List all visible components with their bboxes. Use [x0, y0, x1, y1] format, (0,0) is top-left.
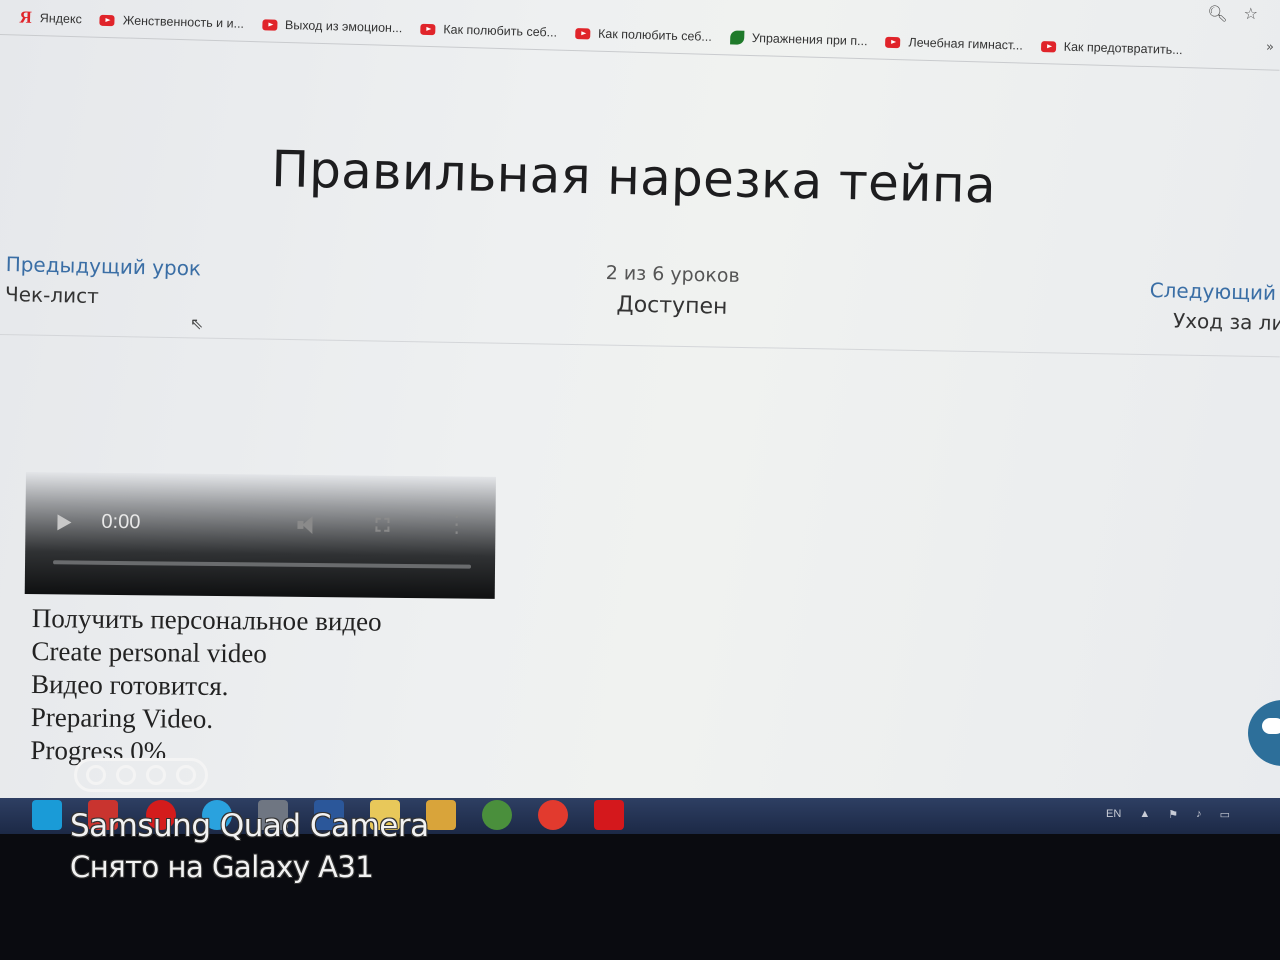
next-lesson-link[interactable]: Следующий у: [1149, 278, 1280, 305]
youtube-icon: [574, 27, 591, 39]
camera-watermark-title: Samsung Quad Camera: [70, 808, 429, 844]
bookmark-label: Как полюбить себ...: [597, 26, 713, 44]
star-icon[interactable]: ☆: [1244, 4, 1258, 23]
browser-viewport: Я Яндекс Женственность и и... Выход из э…: [0, 0, 1280, 800]
video-player[interactable]: 0:00 · · ·: [24, 472, 496, 599]
lens-icon: [116, 765, 136, 785]
prev-lesson-title: Чек-лист: [4, 281, 100, 309]
youtube-icon: [420, 23, 436, 35]
youtube-icon: [261, 18, 278, 31]
lesson-count: 2 из 6 уроков: [605, 261, 740, 288]
bookmark-label: Выход из эмоцион...: [284, 17, 403, 36]
video-controls: 0:00 · · ·: [25, 502, 495, 547]
get-personal-video-text[interactable]: Получить персональное видео: [32, 602, 382, 639]
next-lesson-nav[interactable]: Следующий у Уход за ли: [1149, 278, 1280, 335]
youtube-icon: [99, 14, 115, 26]
bookmark-label: Как полюбить себ...: [443, 22, 558, 40]
yandex-icon: Я: [19, 7, 33, 27]
youtube-icon: [1040, 40, 1056, 52]
lesson-title: Правильная нарезка тейпа: [270, 140, 997, 215]
lens-icon: [176, 765, 196, 785]
leaf-icon: [729, 30, 745, 45]
language-indicator[interactable]: EN: [1106, 808, 1121, 821]
bookmark-item[interactable]: Упражнения при п...: [729, 30, 868, 49]
system-tray: EN ▲ ⚑ ♪ ▭: [1106, 808, 1230, 821]
preparing-video-text: Preparing Video.: [30, 701, 214, 734]
flag-icon[interactable]: ⚑: [1168, 808, 1178, 821]
zoom-icon[interactable]: 🔍︎: [1207, 4, 1227, 23]
bookmark-yandex[interactable]: Я Яндекс: [19, 8, 82, 30]
video-status-text: Получить персональное видео Create perso…: [30, 602, 382, 771]
video-time: 0:00: [101, 510, 141, 534]
bookmark-label: Упражнения при п...: [751, 31, 868, 49]
bookmark-item[interactable]: Женственность и и...: [99, 13, 245, 31]
bookmarks-bar: Я Яндекс Женственность и и... Выход из э…: [0, 0, 1280, 70]
bookmark-label: Лечебная гимнаст...: [908, 35, 1023, 53]
youtube-icon: [885, 36, 901, 48]
lesson-progress: 2 из 6 уроков Доступен: [605, 260, 740, 320]
lens-icon: [86, 765, 106, 785]
more-options-icon[interactable]: · · ·: [453, 504, 460, 544]
nav-divider: [0, 334, 1280, 358]
bookmark-item[interactable]: Выход из эмоцион...: [261, 17, 403, 36]
fullscreen-icon[interactable]: [375, 517, 390, 532]
speaker-icon[interactable]: ♪: [1196, 808, 1202, 821]
prev-lesson-nav[interactable]: Предыдущий урок Чек-лист: [5, 252, 202, 310]
next-lesson-title: Уход за ли: [1172, 308, 1280, 336]
acrobat-icon[interactable]: [594, 800, 624, 830]
lens-icon: [146, 765, 166, 785]
bookmark-label: Женственность и и...: [122, 13, 245, 31]
volume-icon[interactable]: [297, 515, 319, 535]
camera-watermark-lenses: [74, 758, 208, 792]
prev-lesson-link[interactable]: Предыдущий урок: [5, 252, 201, 280]
chat-icon: [1262, 718, 1280, 734]
camera-watermark-subtitle: Снято на Galaxy A31: [70, 850, 374, 884]
address-bar-actions: 🔍︎ ☆: [1207, 4, 1258, 23]
video-progress-bar[interactable]: [53, 560, 472, 569]
create-personal-video-text[interactable]: Create personal video: [31, 635, 381, 672]
lesson-status: Доступен: [616, 292, 728, 320]
mouse-cursor-icon: ⇖: [190, 314, 204, 333]
chat-widget-button[interactable]: [1248, 700, 1280, 766]
tray-arrow-icon[interactable]: ▲: [1139, 808, 1150, 821]
yandex-icon[interactable]: [538, 800, 568, 830]
bookmark-item[interactable]: Лечебная гимнаст...: [885, 35, 1023, 53]
bookmark-item[interactable]: Как полюбить себ...: [420, 22, 557, 40]
network-icon[interactable]: ▭: [1220, 808, 1230, 821]
chrome-icon[interactable]: [482, 800, 512, 830]
video-preparing-text: Видео готовится.: [30, 668, 229, 702]
skype-icon[interactable]: [32, 800, 62, 830]
paint-icon[interactable]: [426, 800, 456, 830]
bookmark-item[interactable]: Как предотвратить...: [1040, 39, 1183, 58]
bookmark-item[interactable]: Как полюбить себ...: [574, 26, 713, 44]
more-bookmarks-button[interactable]: »: [1266, 40, 1274, 55]
play-icon[interactable]: [57, 514, 72, 531]
bookmark-label: Яндекс: [39, 11, 83, 27]
bookmark-label: Как предотвратить...: [1063, 39, 1183, 58]
